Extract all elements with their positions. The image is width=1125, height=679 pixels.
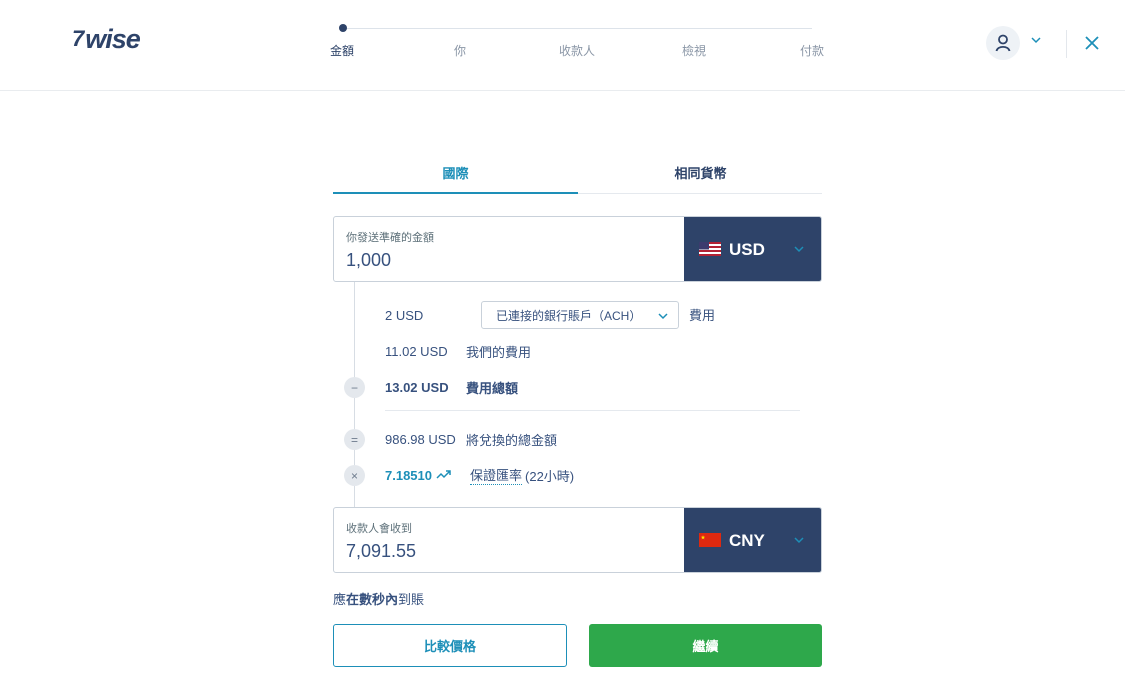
profile-chevron-down-icon[interactable] (1030, 36, 1042, 44)
step-amount: 金額 (329, 44, 355, 58)
step-you: 你 (453, 44, 467, 58)
receive-amount-label: 收款人會收到 (346, 523, 412, 535)
arrival-prefix: 應 (333, 592, 347, 607)
chevron-down-icon (658, 313, 668, 320)
convert-label: 將兌換的總金額 (466, 432, 558, 448)
our-fee-label: 我們的費用 (466, 344, 532, 360)
send-amount-label: 你發送準確的金額 (346, 232, 434, 244)
chevron-down-icon (794, 537, 804, 544)
breakdown-divider (385, 410, 800, 411)
logo-flag-mark: 7 (72, 26, 84, 51)
method-fee-row: 2 USD (385, 305, 423, 325)
method-fee-amount: 2 USD (385, 307, 424, 323)
stepper-track (342, 28, 812, 29)
arrival-time: 在數秒內 (346, 592, 399, 607)
chevron-down-icon (794, 246, 804, 253)
header-divider (1066, 30, 1067, 58)
close-icon (1085, 36, 1099, 50)
total-fee-label: 費用總額 (466, 380, 519, 396)
method-fee-label: 費用 (689, 308, 716, 323)
close-button[interactable] (1081, 32, 1103, 54)
receive-amount-input[interactable]: 7,091.55 (346, 541, 416, 562)
payment-method-select[interactable]: 已連接的銀行賬戶（ACH） (481, 301, 679, 329)
convert-amount: 986.98 USD (385, 431, 456, 447)
user-icon (995, 34, 1011, 52)
logo-wordmark: wise (85, 23, 141, 54)
arrival-estimate: 應在數秒內到賬 (333, 589, 424, 608)
total-fee-row: 13.02 USD 費用總額 (385, 377, 518, 397)
step-recipient: 收款人 (558, 44, 596, 58)
send-currency-select[interactable]: USD (684, 217, 821, 281)
tab-international[interactable]: 國際 (333, 156, 578, 194)
progress-stepper: 金額 你 收款人 檢視 付款 (330, 20, 824, 60)
compare-prices-button[interactable]: 比較價格 (333, 624, 567, 667)
us-flag-icon (699, 242, 721, 256)
send-amount-input[interactable]: 1,000 (346, 250, 391, 271)
send-amount-box[interactable]: 你發送準確的金額 1,000 USD (333, 216, 822, 282)
rate-row: 7.18510 保證匯率 (22小時) (385, 465, 574, 485)
continue-button[interactable]: 繼續 (589, 624, 822, 667)
exchange-rate-value: 7.18510 (385, 467, 432, 483)
equals-operator: = (344, 429, 365, 450)
step-pay: 付款 (799, 44, 825, 58)
china-flag-icon (699, 533, 721, 547)
our-fee-row: 11.02 USD 我們的費用 (385, 341, 531, 361)
arrival-suffix: 到賬 (398, 592, 425, 607)
transfer-type-tabs: 國際 相同貨幣 (333, 156, 822, 194)
receive-currency-select[interactable]: CNY (684, 508, 821, 572)
our-fee-amount: 11.02 USD (385, 343, 448, 359)
send-currency-code: USD (729, 240, 765, 259)
top-header: 7 wise 金額 你 收款人 檢視 付款 (0, 0, 1125, 91)
step-review: 檢視 (681, 44, 707, 58)
receive-amount-box[interactable]: 收款人會收到 7,091.55 CNY (333, 507, 822, 573)
wise-logo[interactable]: 7 wise (72, 23, 141, 54)
tab-same-currency[interactable]: 相同貨幣 (578, 156, 823, 193)
receive-currency-code: CNY (729, 531, 765, 550)
rate-duration: (22小時) (525, 468, 575, 484)
stepper-current-dot (339, 24, 347, 32)
total-fee-amount: 13.02 USD (385, 379, 449, 395)
trend-up-icon[interactable] (436, 470, 452, 480)
times-operator: × (344, 465, 365, 486)
guaranteed-rate-link[interactable]: 保證匯率 (470, 465, 523, 485)
payment-method-value: 已連接的銀行賬戶（ACH） (496, 308, 642, 323)
profile-button[interactable] (986, 26, 1020, 60)
minus-operator: − (344, 377, 365, 398)
convert-amount-row: 986.98 USD 將兌換的總金額 (385, 429, 557, 449)
